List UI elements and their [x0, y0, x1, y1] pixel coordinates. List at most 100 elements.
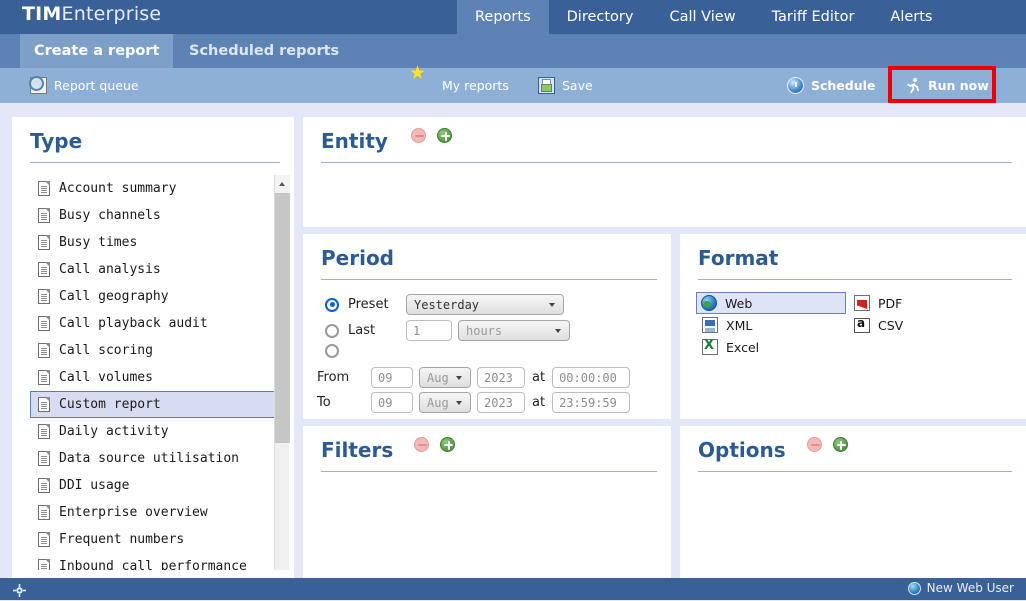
- report-type-label: Busy channels: [59, 208, 161, 223]
- scrollbar-thumb[interactable]: [275, 193, 290, 443]
- filters-remove-button[interactable]: [414, 437, 429, 452]
- entity-remove-button[interactable]: [411, 128, 426, 143]
- from-time-input[interactable]: 00:00:00: [552, 367, 630, 388]
- document-icon: [38, 532, 50, 547]
- preset-radio[interactable]: [325, 298, 339, 312]
- report-queue-button[interactable]: Report queue: [30, 68, 139, 103]
- to-time-input[interactable]: 23:59:59: [552, 392, 630, 413]
- report-type-item[interactable]: Call scoring: [30, 337, 278, 364]
- preset-select[interactable]: Yesterday: [406, 294, 564, 315]
- save-label: Save: [562, 78, 593, 93]
- subtab-create-a-report[interactable]: Create a report: [20, 34, 173, 68]
- chevron-down-icon: [456, 401, 462, 405]
- nav-tab-reports[interactable]: Reports: [457, 0, 549, 34]
- custom-range-radio[interactable]: [325, 344, 339, 358]
- report-type-label: Call scoring: [59, 343, 153, 358]
- report-type-label: DDI usage: [59, 478, 129, 493]
- document-icon: [38, 505, 50, 520]
- nav-tab-call-view[interactable]: Call View: [651, 0, 753, 34]
- run-now-button[interactable]: Run now: [896, 71, 999, 100]
- last-radio[interactable]: [325, 324, 339, 338]
- options-add-button[interactable]: [833, 437, 848, 452]
- report-type-item[interactable]: Call geography: [30, 283, 278, 310]
- report-type-item[interactable]: DDI usage: [30, 472, 278, 499]
- report-type-label: Data source utilisation: [59, 451, 239, 466]
- report-type-list[interactable]: Account summaryBusy channelsBusy timesCa…: [30, 175, 278, 570]
- period-preset-row: Preset Yesterday: [325, 294, 564, 315]
- entity-panel-divider: [321, 162, 1012, 163]
- csv-icon: [854, 318, 870, 333]
- report-type-item[interactable]: Data source utilisation: [30, 445, 278, 472]
- schedule-button[interactable]: Schedule: [787, 68, 875, 103]
- preset-label: Preset: [348, 297, 406, 312]
- report-type-label: Call volumes: [59, 370, 153, 385]
- to-month-value: Aug: [427, 396, 449, 410]
- period-from-row: From 09 Aug 2023 at 00:00:00: [317, 367, 630, 388]
- my-reports-button[interactable]: My reports: [418, 68, 509, 103]
- type-panel-title: Type: [30, 129, 82, 153]
- report-type-item[interactable]: Busy channels: [30, 202, 278, 229]
- content-area: Type Account summary Busy channels Busy ti…: [0, 103, 1026, 578]
- period-panel-divider: [321, 279, 657, 280]
- nav-tab-alerts[interactable]: Alerts: [872, 0, 950, 34]
- report-type-item[interactable]: Daily activity: [30, 418, 278, 445]
- from-day-input[interactable]: 09: [371, 367, 413, 388]
- format-column-right: PDFCSV: [848, 292, 998, 336]
- current-user[interactable]: New Web User: [908, 581, 1014, 595]
- entity-add-button[interactable]: [437, 128, 452, 143]
- format-option-web[interactable]: Web: [696, 292, 846, 314]
- my-reports-label: My reports: [442, 78, 509, 93]
- format-option-csv[interactable]: CSV: [848, 314, 998, 336]
- report-type-item[interactable]: Call playback audit: [30, 310, 278, 337]
- last-quantity-input[interactable]: 1: [406, 320, 452, 341]
- secondary-nav: Create a report Scheduled reports: [0, 34, 1026, 68]
- type-list-scrollbar[interactable]: [274, 175, 289, 570]
- report-type-item[interactable]: Call analysis: [30, 256, 278, 283]
- clock-icon: [787, 77, 804, 94]
- report-type-item[interactable]: Inbound call performance: [30, 553, 278, 570]
- from-label: From: [317, 370, 371, 385]
- last-unit-value: hours: [466, 324, 502, 338]
- xml-icon: [702, 317, 718, 333]
- filters-add-button[interactable]: [440, 437, 455, 452]
- save-button[interactable]: Save: [538, 68, 593, 103]
- period-panel: Period Preset Yesterday Last 1 hours Fro…: [303, 234, 671, 419]
- report-type-item[interactable]: Frequent numbers: [30, 526, 278, 553]
- star-icon: [418, 77, 435, 94]
- to-day-input[interactable]: 09: [371, 392, 413, 413]
- document-icon: [38, 451, 50, 466]
- format-column-left: WebXMLExcel: [696, 292, 846, 358]
- format-panel-divider: [698, 279, 1012, 280]
- format-option-excel[interactable]: Excel: [696, 336, 846, 358]
- from-month-value: Aug: [427, 371, 449, 385]
- from-month-select[interactable]: Aug: [419, 367, 471, 388]
- nav-tab-directory[interactable]: Directory: [549, 0, 652, 34]
- period-to-row: To 09 Aug 2023 at 23:59:59: [317, 392, 630, 413]
- document-icon: [38, 181, 50, 196]
- report-type-item[interactable]: Enterprise overview: [30, 499, 278, 526]
- nav-tab-tariff-editor[interactable]: Tariff Editor: [754, 0, 873, 34]
- report-type-label: Custom report: [59, 397, 161, 412]
- format-option-xml[interactable]: XML: [696, 314, 846, 336]
- to-year-input[interactable]: 2023: [477, 392, 525, 413]
- report-type-item[interactable]: Busy times: [30, 229, 278, 256]
- current-user-label: New Web User: [927, 581, 1014, 595]
- document-icon: [38, 478, 50, 493]
- to-month-select[interactable]: Aug: [419, 392, 471, 413]
- document-icon: [38, 316, 50, 331]
- gear-icon[interactable]: [13, 582, 26, 595]
- scroll-up-arrow-icon[interactable]: [275, 175, 290, 191]
- options-remove-button[interactable]: [807, 437, 822, 452]
- last-unit-select[interactable]: hours: [458, 320, 570, 341]
- subtab-scheduled-reports[interactable]: Scheduled reports: [175, 34, 353, 68]
- report-type-label: Call playback audit: [59, 316, 208, 331]
- report-type-item[interactable]: Account summary: [30, 175, 278, 202]
- preset-select-value: Yesterday: [414, 298, 479, 312]
- from-year-input[interactable]: 2023: [477, 367, 525, 388]
- document-icon: [38, 262, 50, 277]
- period-last-row: Last 1 hours: [325, 320, 570, 341]
- format-option-pdf[interactable]: PDF: [848, 292, 998, 314]
- report-type-item[interactable]: Custom report: [30, 391, 278, 418]
- pdf-icon: [854, 295, 870, 311]
- report-type-item[interactable]: Call volumes: [30, 364, 278, 391]
